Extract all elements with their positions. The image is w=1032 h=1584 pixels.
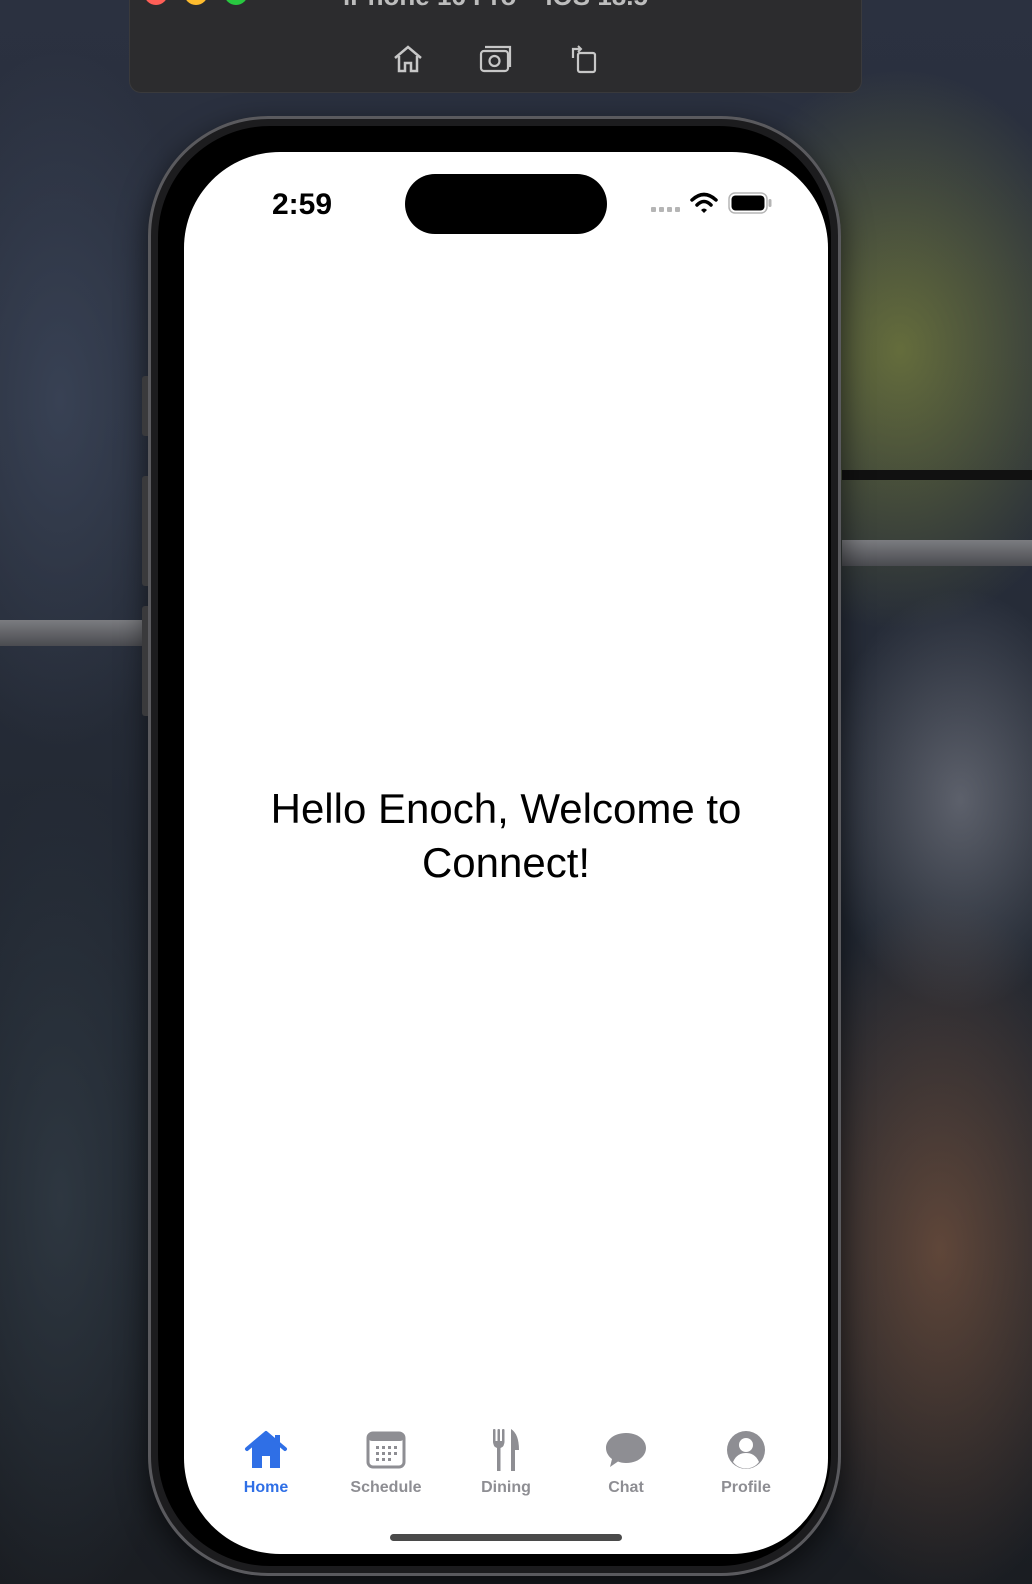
phone-bezel: 2:59 Hello Enoch, Welcome to Connect! Ho… — [158, 126, 831, 1566]
status-time: 2:59 — [272, 188, 333, 221]
simulator-toolbar — [130, 41, 861, 77]
iphone-frame: 2:59 Hello Enoch, Welcome to Connect! Ho… — [142, 116, 841, 1576]
background-shelf-edge — [842, 470, 1032, 480]
tab-label: Dining — [481, 1479, 531, 1496]
simulator-titlebar: iPhone 16 Pro – iOS 18.5 — [129, 0, 862, 93]
chat-bubble-icon — [601, 1427, 651, 1473]
tab-profile[interactable]: Profile — [686, 1427, 806, 1517]
tab-label: Schedule — [350, 1479, 422, 1496]
house-icon — [241, 1427, 291, 1473]
battery-icon — [728, 192, 772, 214]
screenshot-icon[interactable] — [478, 41, 514, 77]
fork-knife-icon — [481, 1427, 531, 1473]
welcome-message: Hello Enoch, Welcome to Connect! — [270, 785, 742, 886]
phone-screen: 2:59 Hello Enoch, Welcome to Connect! Ho… — [184, 152, 828, 1554]
tab-label: Profile — [721, 1479, 771, 1496]
cellular-signal-icon — [651, 192, 680, 214]
background-shelf — [0, 620, 150, 646]
home-indicator[interactable] — [390, 1534, 622, 1541]
rotate-icon[interactable] — [566, 41, 602, 77]
status-icons — [651, 192, 772, 214]
simulator-title: iPhone 16 Pro – iOS 18.5 — [130, 0, 861, 11]
tab-chat[interactable]: Chat — [566, 1427, 686, 1517]
tab-schedule[interactable]: Schedule — [326, 1427, 446, 1517]
profile-icon — [721, 1427, 771, 1473]
tab-label: Home — [243, 1479, 289, 1496]
tab-home[interactable]: Home — [206, 1427, 326, 1517]
background-shelf — [842, 540, 1032, 566]
wifi-icon — [690, 192, 718, 213]
tab-bar: Home Schedule Dining Chat Profile — [184, 1427, 828, 1517]
volume-down-button[interactable] — [142, 606, 148, 716]
action-button[interactable] — [142, 376, 148, 436]
tab-label: Chat — [608, 1479, 644, 1496]
volume-up-button[interactable] — [142, 476, 148, 586]
home-icon[interactable] — [390, 41, 426, 77]
calendar-icon — [361, 1427, 411, 1473]
tab-dining[interactable]: Dining — [446, 1427, 566, 1517]
dynamic-island — [405, 174, 607, 234]
